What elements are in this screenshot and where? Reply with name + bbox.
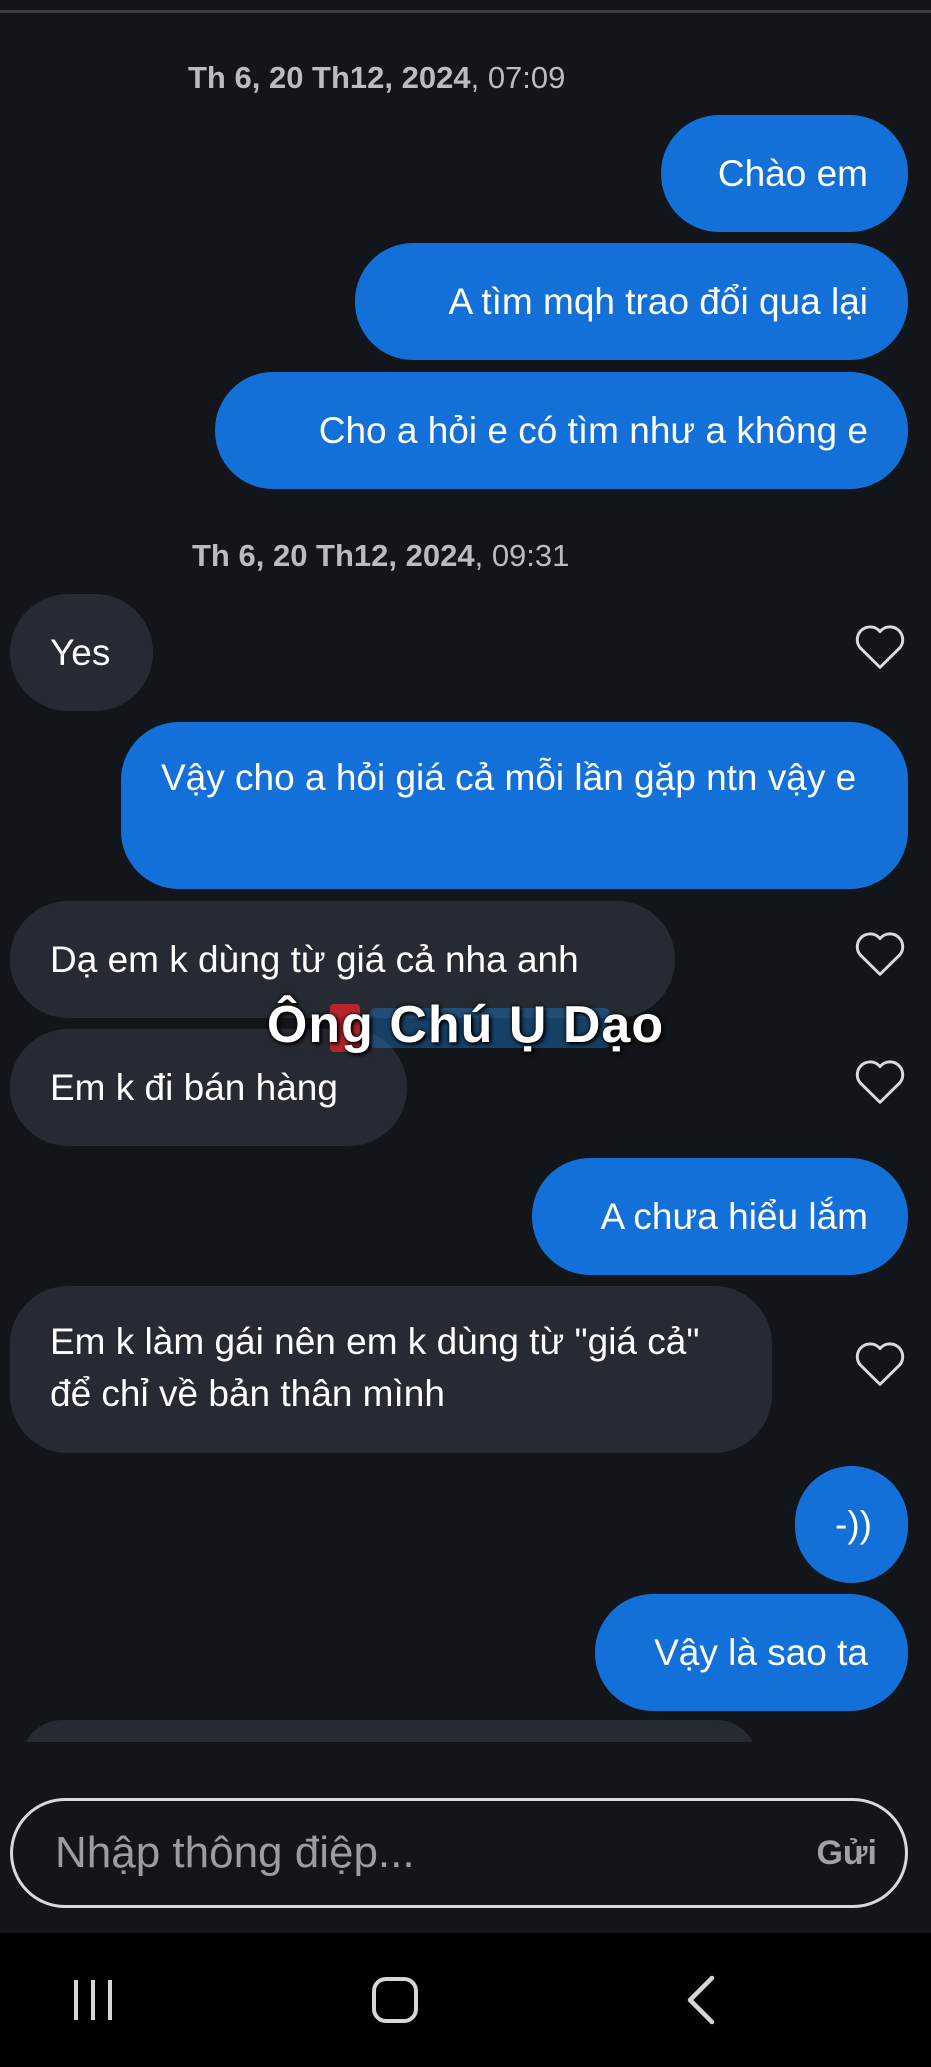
- message-outgoing[interactable]: Vậy là sao ta: [595, 1594, 908, 1711]
- send-button[interactable]: Gửi: [816, 1834, 877, 1873]
- heart-outline-icon[interactable]: [853, 928, 907, 978]
- message-outgoing[interactable]: A tìm mqh trao đổi qua lại: [355, 243, 908, 360]
- heart-outline-icon[interactable]: [853, 621, 907, 671]
- timestamp-2: Th 6, 20 Th12, 2024, 09:31: [192, 538, 570, 573]
- message-outgoing[interactable]: Cho a hỏi e có tìm như a không e: [215, 372, 908, 489]
- message-incoming[interactable]: Yes: [10, 594, 153, 711]
- heart-outline-icon[interactable]: [853, 1338, 907, 1388]
- message-outgoing[interactable]: A chưa hiểu lắm: [532, 1158, 908, 1275]
- message-composer: Gửi: [10, 1798, 908, 1908]
- back-icon[interactable]: [650, 1933, 750, 2067]
- timestamp-1: Th 6, 20 Th12, 2024, 07:09: [188, 60, 566, 95]
- message-incoming-partial[interactable]: [22, 1720, 757, 1742]
- recent-apps-icon[interactable]: [40, 1933, 145, 2067]
- home-icon[interactable]: [345, 1933, 445, 2067]
- heart-outline-icon[interactable]: [853, 1056, 907, 1106]
- watermark-text: Ông Chú Ụ Dạo: [266, 996, 665, 1054]
- message-incoming[interactable]: Em k làm gái nên em k dùng từ "giá cả" đ…: [10, 1286, 772, 1453]
- message-outgoing[interactable]: -)): [795, 1466, 908, 1583]
- message-input[interactable]: [55, 1828, 755, 1878]
- system-navigation-bar: [0, 1933, 931, 2067]
- chat-thread[interactable]: Th 6, 20 Th12, 2024, 07:09 Chào em A tìm…: [0, 0, 931, 1742]
- message-outgoing[interactable]: Vậy cho a hỏi giá cả mỗi lần gặp ntn vậy…: [121, 722, 908, 889]
- message-outgoing[interactable]: Chào em: [661, 115, 908, 232]
